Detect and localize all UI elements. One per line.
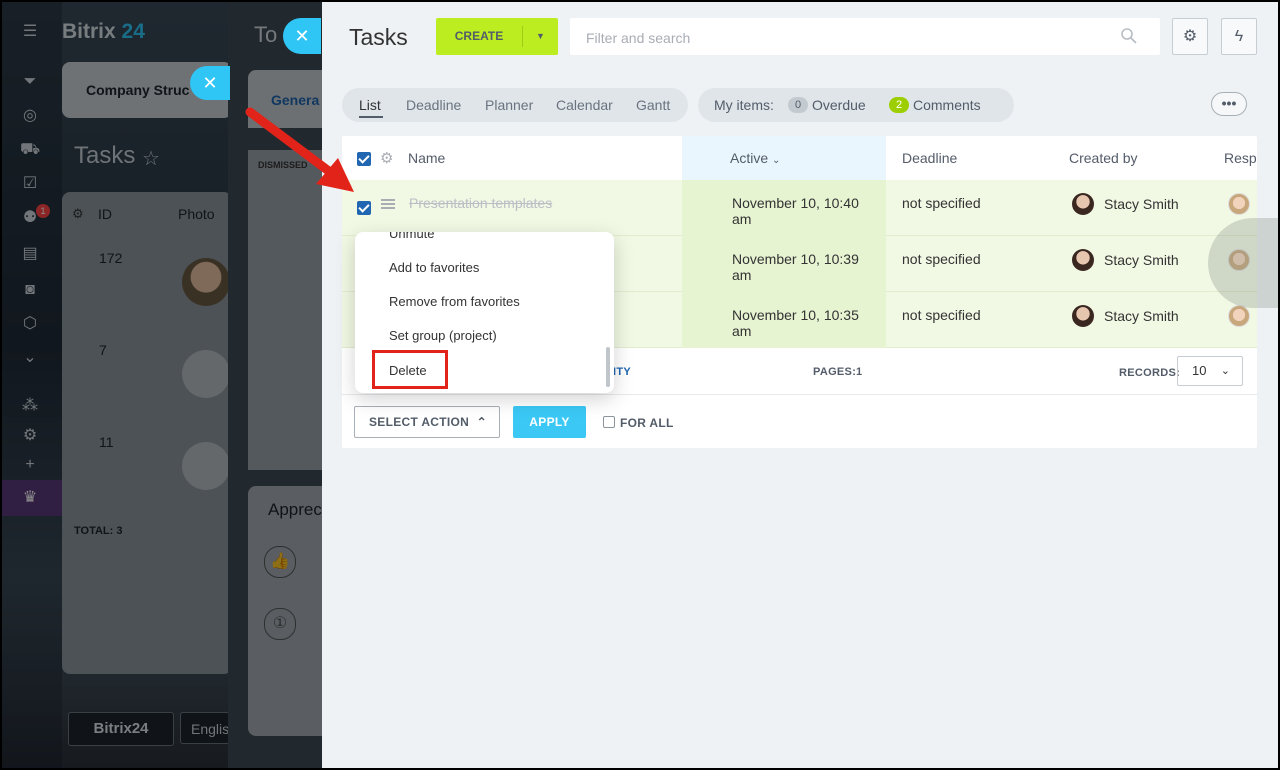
column-header-active[interactable]: Active ⌄ <box>730 136 780 180</box>
task-deadline[interactable]: not specified <box>902 195 981 211</box>
menu-item-set-group[interactable]: Set group (project) <box>389 328 497 343</box>
responsible-avatar[interactable] <box>1228 305 1250 327</box>
row-menu-icon[interactable] <box>381 199 395 209</box>
menu-item-unmute[interactable]: Unmute <box>389 232 435 241</box>
pages-label: PAGES: <box>813 366 857 378</box>
task-active-date: November 10, 10:40 am <box>732 195 859 227</box>
column-header-responsible[interactable]: Resp <box>1224 136 1257 180</box>
for-all-checkbox[interactable] <box>603 416 615 428</box>
table-row[interactable]: Presentation templates November 10, 10:4… <box>342 180 1257 236</box>
view-tabs: List Deadline Planner Calendar Gantt <box>342 88 688 122</box>
tab-deadline[interactable]: Deadline <box>406 88 461 122</box>
comments-count-badge[interactable]: 2 <box>889 97 909 113</box>
records-label: RECORDS: <box>1119 367 1181 379</box>
footer-link[interactable]: ITY <box>613 366 631 378</box>
task-deadline[interactable]: not specified <box>902 307 981 323</box>
creator-avatar <box>1072 305 1094 327</box>
create-button[interactable]: CREATE ▼ <box>436 18 558 55</box>
search-input[interactable] <box>570 18 1128 57</box>
overdue-count-badge[interactable]: 0 <box>788 97 808 113</box>
counters-bar: My items: 0 Overdue 2 Comments <box>698 88 1014 122</box>
for-all-label: FOR ALL <box>620 416 674 430</box>
chevron-down-icon: ⌄ <box>1220 365 1230 377</box>
tab-calendar[interactable]: Calendar <box>556 88 613 122</box>
lightning-icon[interactable]: ϟ <box>1221 18 1257 55</box>
menu-item-add-to-favorites[interactable]: Add to favorites <box>389 260 479 275</box>
task-deadline[interactable]: not specified <box>902 251 981 267</box>
annotation-arrow-icon <box>245 107 354 192</box>
close-icon[interactable]: ✕ <box>283 18 321 54</box>
search-bar[interactable] <box>570 18 1160 57</box>
tab-gantt[interactable]: Gantt <box>636 88 670 122</box>
search-icon[interactable] <box>1120 27 1138 45</box>
records-per-page-select[interactable]: 10 ⌄ <box>1177 356 1243 386</box>
column-header-name[interactable]: Name <box>408 136 445 180</box>
apply-button[interactable]: APPLY <box>513 406 586 438</box>
task-active-date: November 10, 10:39 am <box>732 251 859 283</box>
menu-item-remove-from-favorites[interactable]: Remove from favorites <box>389 294 520 309</box>
settings-gear-icon[interactable]: ⚙ <box>1172 18 1208 55</box>
menu-scrollbar[interactable] <box>606 347 610 387</box>
sort-chevron-icon: ⌄ <box>772 155 781 166</box>
task-creator[interactable]: Stacy Smith <box>1104 196 1179 212</box>
sorted-column-header-bg <box>682 136 886 180</box>
overdue-filter[interactable]: Overdue <box>812 88 866 122</box>
delete-highlight-box <box>372 350 448 389</box>
column-header-active-label: Active <box>730 150 769 166</box>
select-action-dropdown[interactable]: SELECT ACTION ⌃ <box>354 406 500 438</box>
task-active-date: November 10, 10:35 am <box>732 307 859 339</box>
column-settings-gear-icon[interactable]: ⚙ <box>380 149 393 167</box>
chevron-up-icon: ⌃ <box>476 415 487 429</box>
group-action-bar: SELECT ACTION ⌃ APPLY FOR ALL <box>342 394 1257 448</box>
chevron-down-icon[interactable]: ▼ <box>523 18 558 55</box>
task-creator[interactable]: Stacy Smith <box>1104 252 1179 268</box>
page-title: Tasks <box>349 24 408 50</box>
create-button-label[interactable]: CREATE <box>436 18 522 55</box>
responsible-avatar[interactable] <box>1228 193 1250 215</box>
comments-filter[interactable]: Comments <box>913 88 981 122</box>
my-items-label: My items: <box>714 97 774 113</box>
column-header-deadline[interactable]: Deadline <box>902 136 957 180</box>
select-action-label: SELECT ACTION <box>369 415 470 429</box>
creator-avatar <box>1072 193 1094 215</box>
pages-value[interactable]: 1 <box>856 366 862 378</box>
task-name[interactable]: Presentation templates <box>409 195 552 211</box>
column-header-created-by[interactable]: Created by <box>1069 136 1137 180</box>
records-value: 10 <box>1192 363 1207 378</box>
more-options-icon[interactable]: ••• <box>1211 92 1247 116</box>
close-icon[interactable]: ✕ <box>190 66 230 100</box>
creator-avatar <box>1072 249 1094 271</box>
tab-planner[interactable]: Planner <box>485 88 533 122</box>
task-creator[interactable]: Stacy Smith <box>1104 308 1179 324</box>
